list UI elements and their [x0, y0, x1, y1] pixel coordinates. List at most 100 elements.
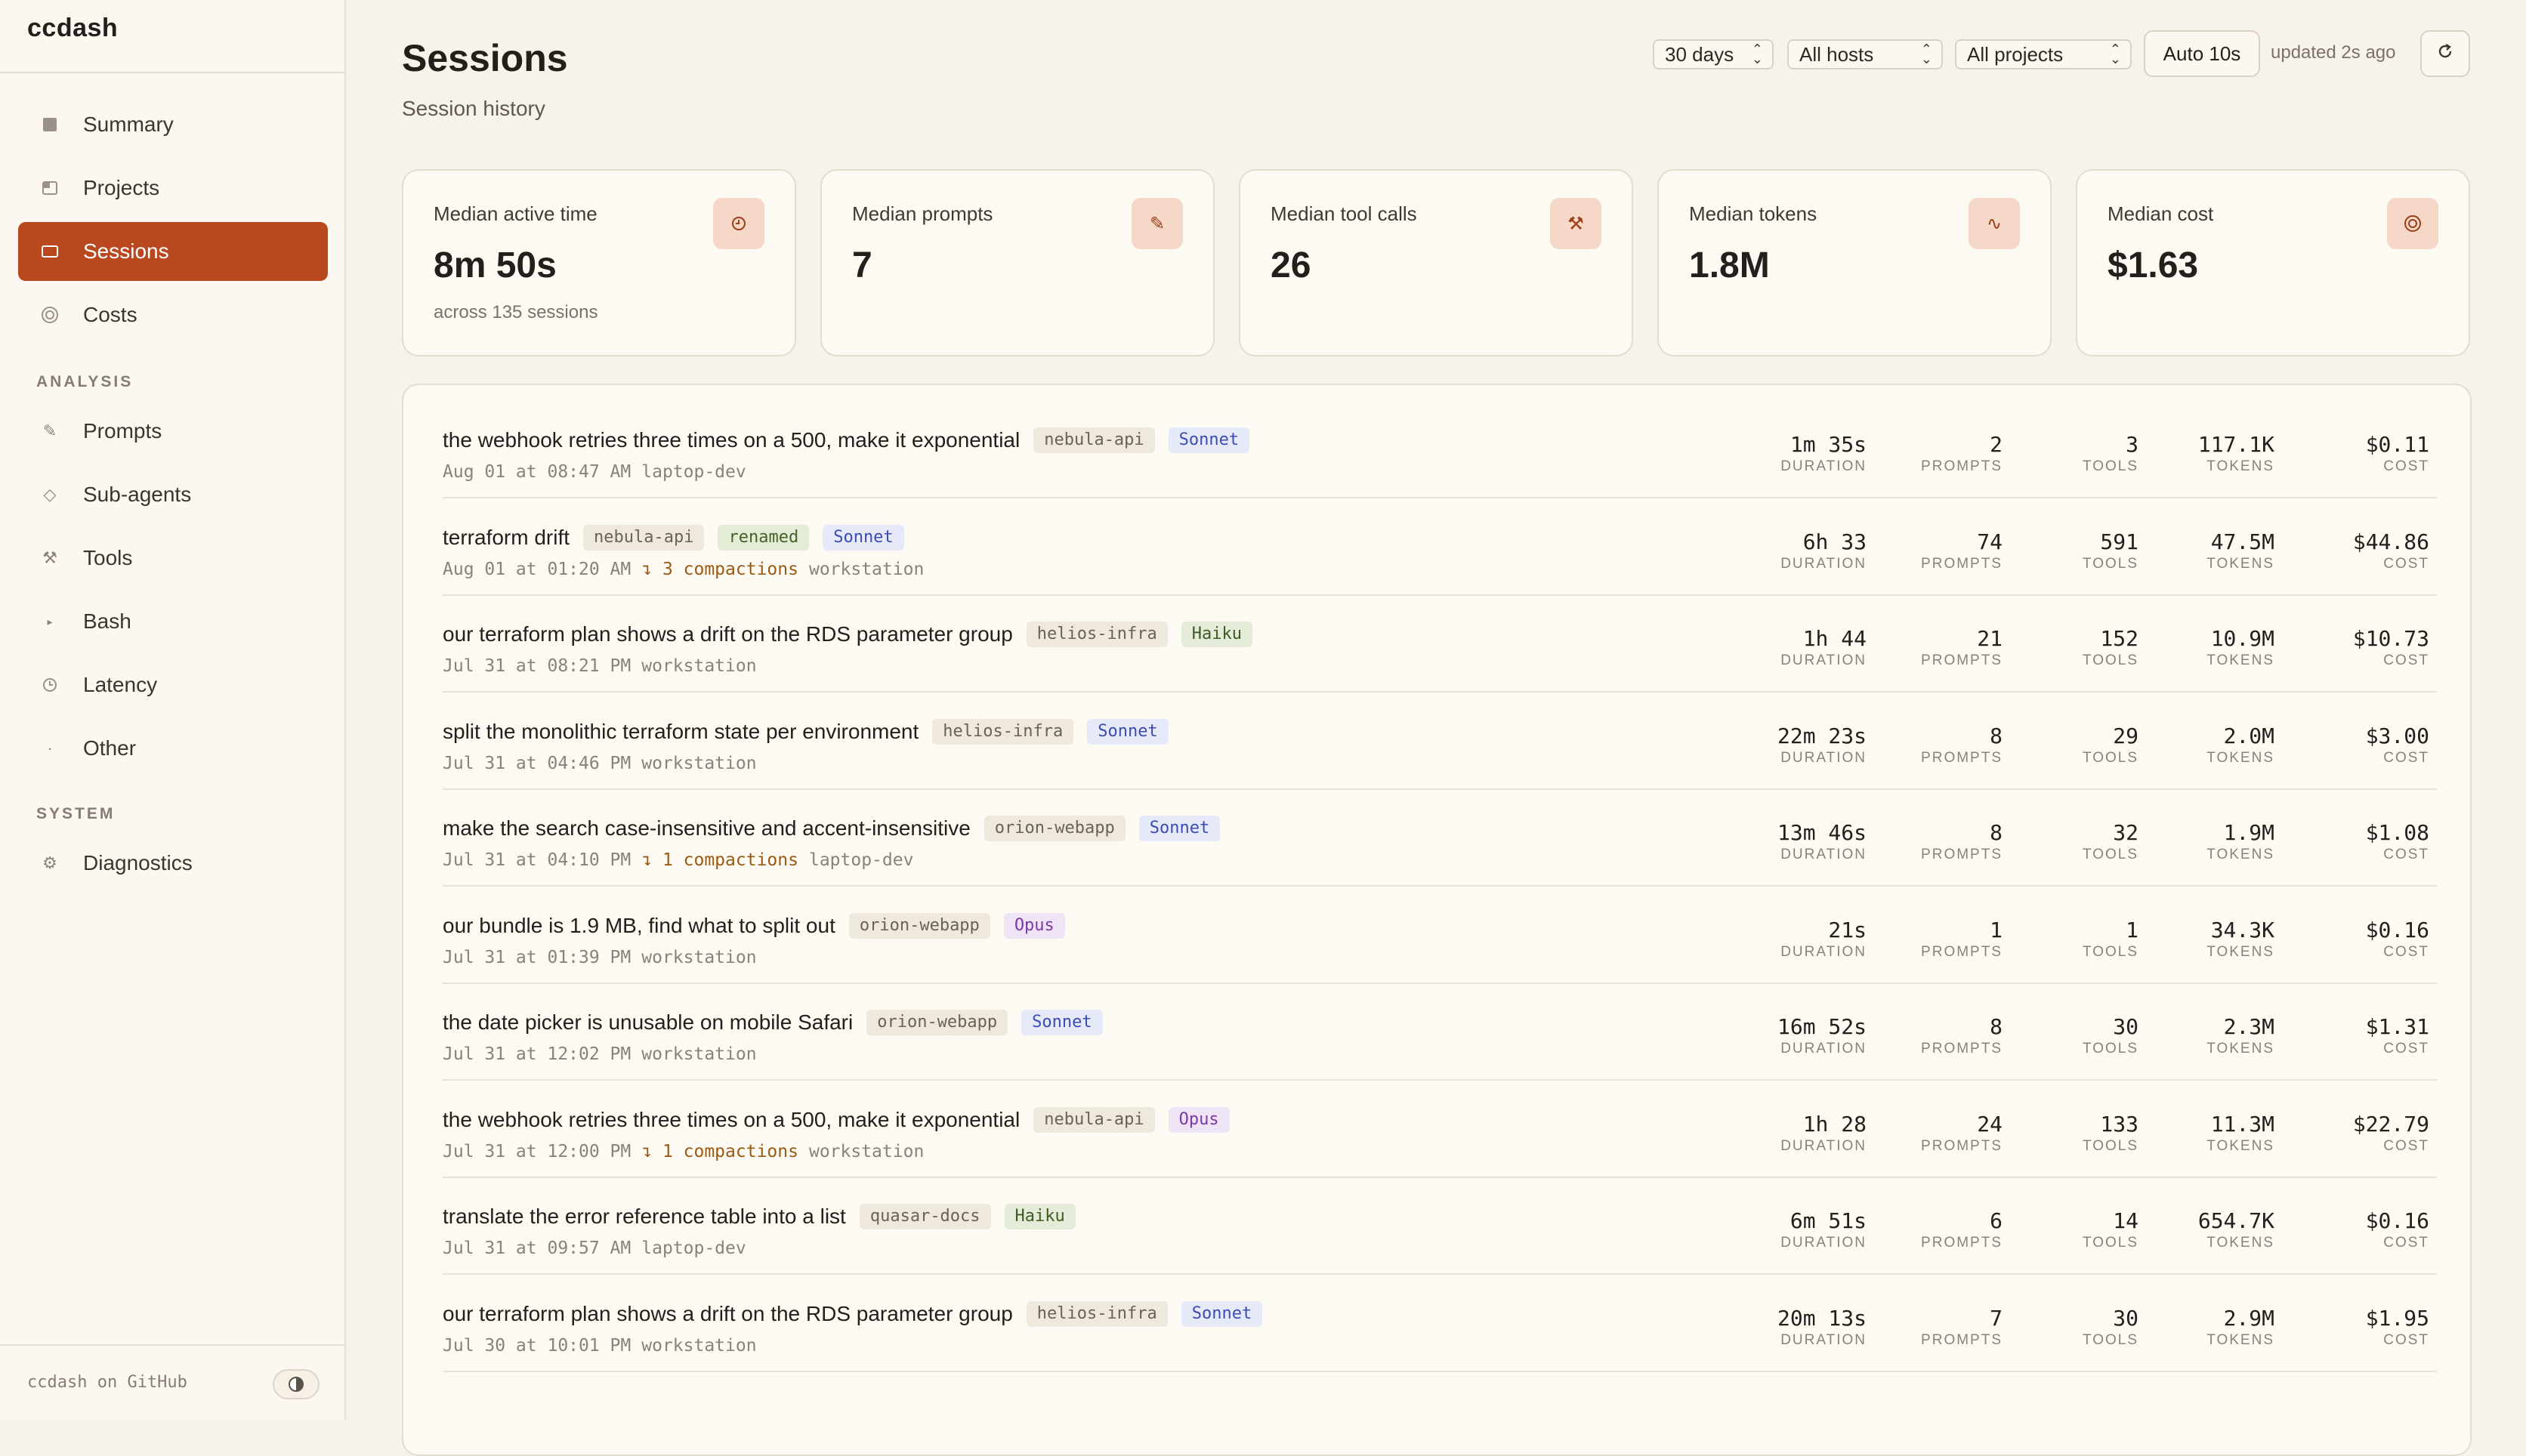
cost-label: COST	[2383, 458, 2429, 474]
sidebar-item-prompts[interactable]: ✎ Prompts	[18, 402, 328, 461]
duration-value: 20m 13s	[1777, 1305, 1867, 1331]
tools-value: 133	[2100, 1111, 2138, 1137]
session-row[interactable]: the webhook retries three times on a 500…	[443, 402, 2437, 498]
stat-card-cost: Median cost $1.63	[2076, 169, 2470, 356]
card-label: Median active time	[434, 202, 598, 225]
session-row[interactable]: the webhook retries three times on a 500…	[443, 1081, 2437, 1178]
app-logo[interactable]: ccdash	[27, 14, 118, 43]
stat-duration: 13m 46s DURATION	[1777, 820, 1867, 864]
duration-label: DURATION	[1780, 652, 1867, 668]
sidebar-item-sessions[interactable]: Sessions	[18, 222, 328, 281]
session-meta: Jul 31 at 01:39 PM workstation	[443, 948, 757, 967]
stat-duration: 22m 23s DURATION	[1777, 723, 1867, 767]
cost-value: $22.79	[2352, 1111, 2429, 1137]
sidebar-item-label: Bash	[83, 609, 131, 633]
hosts-select-value: All hosts	[1799, 42, 1874, 66]
prompts-value: 2	[1990, 432, 2003, 457]
diamond-icon: ◇	[43, 485, 57, 504]
stat-cost: $3.00 COST	[2366, 723, 2429, 767]
sidebar-item-label: Tools	[83, 546, 133, 569]
session-row[interactable]: terraform drift nebula-api renamed Sonnet Au…	[443, 499, 2437, 596]
session-title[interactable]: our terraform plan shows a drift on the …	[443, 622, 1013, 646]
sidebar-item-other[interactable]: · Other	[18, 719, 328, 778]
project-tag: orion-webapp	[866, 1010, 1008, 1035]
refresh-button[interactable]	[2420, 30, 2470, 77]
sidebar-item-latency[interactable]: Latency	[18, 656, 328, 714]
range-select[interactable]: 30 days ⌃ ⌄	[1653, 39, 1774, 69]
prompts-label: PROMPTS	[1921, 555, 2003, 572]
session-title[interactable]: the webhook retries three times on a 500…	[443, 1108, 1020, 1132]
session-row[interactable]: our terraform plan shows a drift on the …	[443, 1276, 2437, 1372]
clock-icon	[713, 198, 764, 249]
auto-refresh-button[interactable]: Auto 10s	[2144, 30, 2260, 77]
duration-value: 6h 33	[1802, 529, 1867, 554]
session-row[interactable]: make the search case-insensitive and acc…	[443, 790, 2437, 887]
stat-card-tool-calls: Median tool calls 26 ⚒	[1239, 169, 1633, 356]
tools-value: 3	[2126, 432, 2138, 457]
sidebar-item-tools[interactable]: ⚒ Tools	[18, 529, 328, 588]
sidebar-item-costs[interactable]: Costs	[18, 285, 328, 344]
session-host: laptop-dev	[641, 1239, 746, 1258]
sidebar-item-sub-agents[interactable]: ◇ Sub-agents	[18, 465, 328, 524]
project-tag: nebula-api	[583, 524, 705, 551]
session-row[interactable]: our bundle is 1.9 MB, find what to split…	[443, 887, 2437, 984]
session-date: Jul 31 at 12:02 PM	[443, 1044, 632, 1064]
stat-card-tokens: Median tokens 1.8M ∿	[1657, 169, 2052, 356]
tools-label: TOOLS	[2082, 1331, 2138, 1348]
duration-value: 21s	[1828, 917, 1867, 942]
session-title[interactable]: our terraform plan shows a drift on the …	[443, 1302, 1013, 1326]
session-title[interactable]: the date picker is unusable on mobile Sa…	[443, 1010, 853, 1035]
card-value: $1.63	[2108, 245, 2199, 285]
sidebar-item-label: Costs	[83, 303, 137, 326]
sidebar-item-label: Latency	[83, 673, 158, 696]
tokens-value: 11.3M	[2210, 1111, 2274, 1137]
duration-label: DURATION	[1780, 1041, 1867, 1057]
page-subtitle: Session history	[402, 97, 545, 120]
duration-value: 13m 46s	[1777, 820, 1867, 845]
session-title[interactable]: split the monolithic terraform state per…	[443, 720, 919, 744]
refresh-icon	[2435, 42, 2455, 66]
session-title[interactable]: terraform drift	[443, 526, 570, 550]
tools-value: 14	[2113, 1208, 2138, 1233]
sidebar-item-bash[interactable]: ▸ Bash	[18, 592, 328, 651]
theme-toggle[interactable]	[273, 1369, 320, 1399]
tools-label: TOOLS	[2082, 652, 2138, 668]
session-title[interactable]: translate the error reference table into…	[443, 1205, 846, 1229]
sidebar-item-diagnostics[interactable]: ⚙ Diagnostics	[18, 834, 328, 893]
session-host: workstation	[641, 753, 757, 773]
session-row[interactable]: our terraform plan shows a drift on the …	[443, 596, 2437, 693]
session-row[interactable]: translate the error reference table into…	[443, 1178, 2437, 1275]
session-title[interactable]: make the search case-insensitive and acc…	[443, 816, 971, 841]
cost-label: COST	[2383, 943, 2429, 960]
sidebar-item-label: Sub-agents	[83, 483, 192, 506]
stat-cost: $22.79 COST	[2353, 1112, 2429, 1155]
projects-select[interactable]: All projects ⌃ ⌄	[1955, 39, 2132, 69]
compactions-count: ↴ 1 compactions	[641, 850, 798, 870]
hammer-icon: ⚒	[1550, 198, 1601, 249]
section-label-analysis: ANALYSIS	[36, 373, 134, 390]
cost-value: $44.86	[2352, 529, 2429, 554]
session-title-line: our bundle is 1.9 MB, find what to split…	[443, 912, 1065, 939]
hosts-select[interactable]: All hosts ⌃ ⌄	[1787, 39, 1943, 69]
sidebar-item-label: Diagnostics	[83, 851, 193, 875]
sidebar-item-summary[interactable]: Summary	[18, 95, 328, 154]
cost-value: $1.08	[2365, 820, 2429, 845]
session-date: Aug 01 at 08:47 AM	[443, 462, 632, 482]
sidebar-item-label: Other	[83, 736, 137, 760]
stat-prompts: 24 PROMPTS	[1921, 1112, 2003, 1155]
session-row[interactable]: the date picker is unusable on mobile Sa…	[443, 984, 2437, 1081]
sidebar-item-projects[interactable]: Projects	[18, 159, 328, 217]
prompts-value: 21	[1977, 626, 2003, 651]
stat-cost: $10.73 COST	[2353, 626, 2429, 670]
project-tag: helios-infra	[1026, 1300, 1168, 1327]
session-title[interactable]: our bundle is 1.9 MB, find what to split…	[443, 914, 835, 938]
session-title[interactable]: the webhook retries three times on a 500…	[443, 428, 1020, 452]
session-row[interactable]: split the monolithic terraform state per…	[443, 693, 2437, 790]
renamed-badge: renamed	[718, 524, 810, 551]
gear-icon: ⚙	[42, 853, 57, 872]
github-link[interactable]: ccdash on GitHub	[27, 1373, 187, 1392]
stat-cost: $0.11 COST	[2366, 432, 2429, 476]
duration-label: DURATION	[1780, 555, 1867, 572]
stat-tokens: 1.9M TOKENS	[2206, 820, 2274, 864]
stat-prompts: 1 PROMPTS	[1921, 918, 2003, 961]
